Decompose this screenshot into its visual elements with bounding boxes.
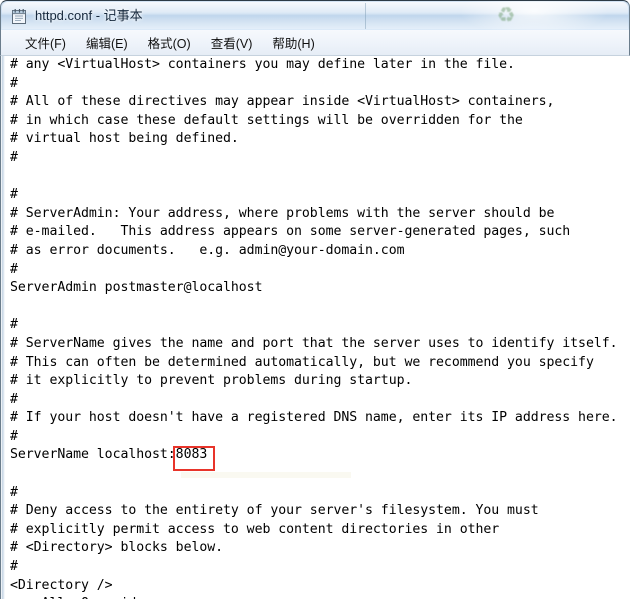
editor-line: # bbox=[10, 317, 18, 333]
menu-help[interactable]: 帮助(H) bbox=[262, 30, 324, 56]
editor-line: # as error documents. e.g. admin@your-do… bbox=[10, 242, 405, 258]
editor-line: # e-mailed. This address appears on some… bbox=[10, 224, 571, 240]
editor-left-bevel bbox=[1, 56, 5, 599]
editor-line: # it explicitly to prevent problems duri… bbox=[10, 373, 413, 389]
editor-line: # any <VirtualHost> containers you may d… bbox=[10, 57, 515, 72]
menu-edit[interactable]: 编辑(E) bbox=[76, 30, 138, 56]
editor-line: # This can often be determined automatic… bbox=[10, 354, 594, 370]
editor-line: # bbox=[10, 149, 18, 165]
editor-line: # virtual host being defined. bbox=[10, 131, 239, 147]
text-editor-area[interactable]: # any <VirtualHost> containers you may d… bbox=[0, 56, 630, 599]
menu-view[interactable]: 查看(V) bbox=[201, 30, 263, 56]
editor-line: # in which case these default settings w… bbox=[10, 112, 523, 128]
title-bar[interactable]: ♻ httpd.conf - 记事本 bbox=[0, 0, 630, 30]
editor-line: # bbox=[10, 261, 18, 277]
editor-line: AllowOverride none bbox=[10, 595, 628, 599]
editor-line: <Directory /> bbox=[10, 577, 113, 593]
editor-line: # explicitly permit access to web conten… bbox=[10, 521, 500, 537]
editor-text-content[interactable]: # any <VirtualHost> containers you may d… bbox=[10, 56, 628, 599]
editor-line: # bbox=[10, 559, 18, 575]
editor-line: # Deny access to the entirety of your se… bbox=[10, 503, 539, 519]
editor-line: # All of these directives may appear ins… bbox=[10, 94, 555, 110]
menu-bar: 文件(F) 编辑(E) 格式(O) 查看(V) 帮助(H) bbox=[0, 30, 630, 56]
editor-line: # bbox=[10, 428, 18, 444]
title-bar-highlight bbox=[459, 1, 609, 30]
editor-line: # bbox=[10, 75, 18, 91]
notepad-window: ♻ httpd.conf - 记事本 文件(F) 编辑(E) 格式(O) 查看(… bbox=[0, 0, 630, 599]
editor-line: # If your host doesn't have a registered… bbox=[10, 410, 618, 426]
menu-format[interactable]: 格式(O) bbox=[138, 30, 201, 56]
editor-line: # <Directory> blocks below. bbox=[10, 540, 224, 556]
recycle-icon: ♻ bbox=[496, 4, 516, 27]
editor-line: # ServerName gives the name and port tha… bbox=[10, 335, 618, 351]
editor-line: # bbox=[10, 391, 18, 407]
editor-line: # bbox=[10, 484, 18, 500]
editor-line: # ServerAdmin: Your address, where probl… bbox=[10, 205, 555, 221]
notepad-icon bbox=[12, 9, 26, 24]
editor-line: # bbox=[10, 187, 18, 203]
editor-line: ServerName localhost:8083 bbox=[10, 447, 208, 463]
window-title: httpd.conf - 记事本 bbox=[35, 8, 143, 23]
title-bar-divider bbox=[365, 3, 366, 29]
editor-line: ServerAdmin postmaster@localhost bbox=[10, 280, 263, 296]
menu-file[interactable]: 文件(F) bbox=[15, 30, 76, 56]
